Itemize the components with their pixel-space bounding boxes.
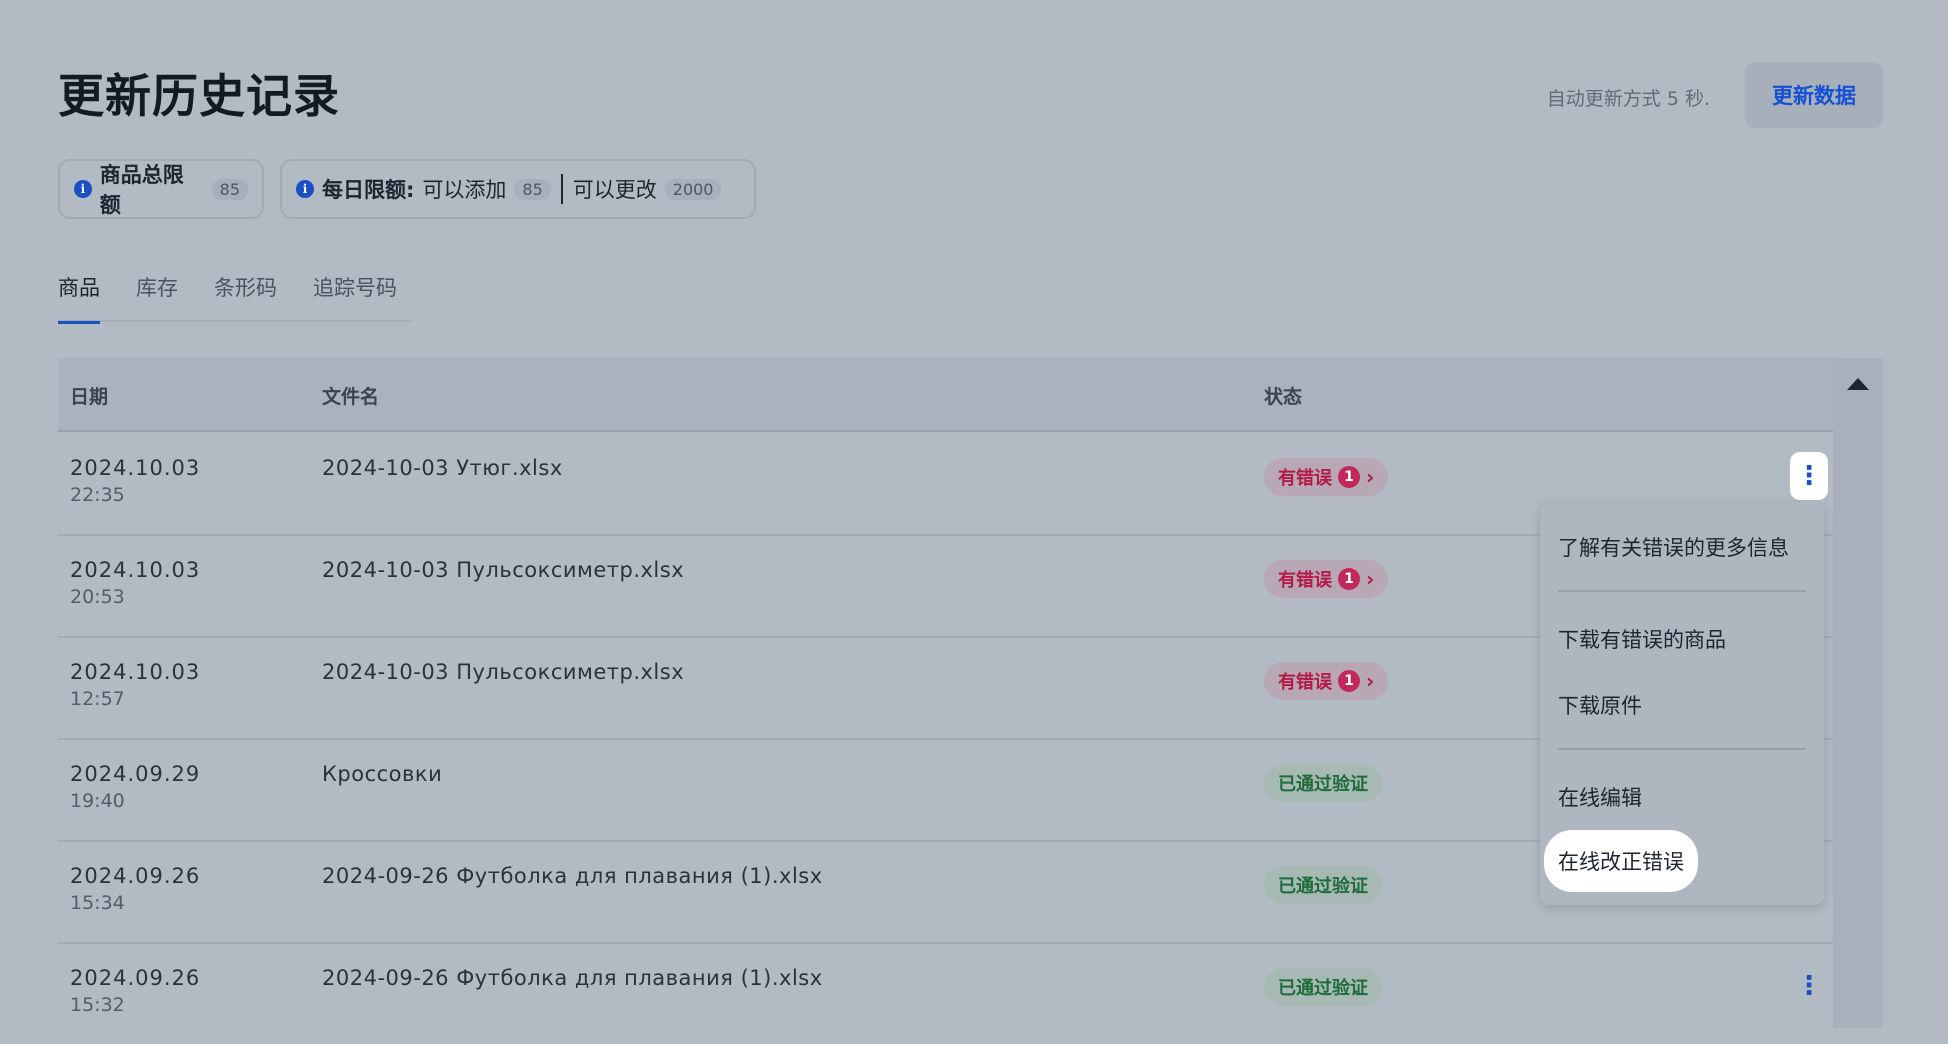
status-label: 有错误 xyxy=(1278,672,1332,693)
row-time: 20:53 xyxy=(70,586,125,608)
row-time: 12:57 xyxy=(70,688,125,710)
row-date: 2024.09.26 xyxy=(70,966,201,990)
column-header-date[interactable]: 日期 xyxy=(70,382,108,409)
row-actions-menu: 了解有关错误的更多信息 下载有错误的商品 下载原件 在线编辑 在线改正错误 xyxy=(1540,502,1824,905)
refresh-data-button[interactable]: 更新数据 xyxy=(1745,62,1883,128)
total-limit-label: 商品总限额 xyxy=(99,163,184,217)
status-badge: 已通过验证 xyxy=(1264,968,1382,1006)
row-time: 15:34 xyxy=(70,892,125,914)
menu-divider xyxy=(1558,748,1806,750)
row-date: 2024.10.03 xyxy=(70,456,201,480)
more-vertical-icon[interactable]: ⋮ xyxy=(1790,452,1828,500)
status-badge[interactable]: 有错误 1 › xyxy=(1264,560,1389,598)
pill-divider xyxy=(560,174,563,204)
change-limit-count: 2000 xyxy=(664,178,722,200)
status-badge[interactable]: 有错误 1 › xyxy=(1264,458,1389,496)
menu-item-error-details[interactable]: 了解有关错误的更多信息 xyxy=(1544,524,1803,570)
menu-divider xyxy=(1558,590,1806,592)
status-label: 已通过验证 xyxy=(1278,774,1368,795)
column-header-filename[interactable]: 文件名 xyxy=(322,382,379,409)
row-filename: 2024-09-26 Футболка для плавания (1).xls… xyxy=(322,864,823,888)
table-header: 日期 文件名 状态 xyxy=(58,358,1833,432)
chevron-right-icon: › xyxy=(1366,669,1375,693)
row-filename: 2024-10-03 Утюг.xlsx xyxy=(322,456,563,480)
chevron-right-icon: › xyxy=(1366,465,1375,489)
daily-limit-pill: i 每日限额: 可以添加 85 可以更改 2000 xyxy=(280,159,756,219)
row-time: 19:40 xyxy=(70,790,125,812)
status-badge: 已通过验证 xyxy=(1264,764,1382,802)
caret-up-icon[interactable] xyxy=(1847,378,1869,390)
add-limit-label: 可以添加 xyxy=(422,178,507,202)
chevron-right-icon: › xyxy=(1366,567,1375,591)
row-date: 2024.10.03 xyxy=(70,558,201,582)
error-count-badge: 1 xyxy=(1338,670,1360,692)
tab-barcodes[interactable]: 条形码 xyxy=(214,268,277,320)
page-title: 更新历史记录 xyxy=(58,69,340,123)
info-icon[interactable]: i xyxy=(296,180,314,198)
menu-item-online-fix-errors[interactable]: 在线改正错误 xyxy=(1544,830,1698,892)
status-label: 已通过验证 xyxy=(1278,876,1368,897)
status-label: 有错误 xyxy=(1278,468,1332,489)
row-filename: 2024-10-03 Пульсоксиметр.xlsx xyxy=(322,558,685,582)
tab-bar: 商品 库存 条形码 追踪号码 xyxy=(58,268,412,324)
row-time: 15:32 xyxy=(70,994,125,1016)
vertical-scrollbar[interactable] xyxy=(1833,358,1883,1028)
error-count-badge: 1 xyxy=(1338,568,1360,590)
row-filename: 2024-10-03 Пульсоксиметр.xlsx xyxy=(322,660,685,684)
menu-item-download-original[interactable]: 下载原件 xyxy=(1544,682,1656,728)
tab-products[interactable]: 商品 xyxy=(58,268,100,324)
info-icon[interactable]: i xyxy=(74,180,92,198)
status-label: 有错误 xyxy=(1278,570,1332,591)
row-date: 2024.09.29 xyxy=(70,762,201,786)
update-history-page: 更新历史记录 自动更新方式 5 秒. 更新数据 i 商品总限额 85 i 每日限… xyxy=(0,0,1948,1028)
table-row: 2024.09.26 15:32 2024-09-26 Футболка для… xyxy=(58,942,1833,1044)
row-date: 2024.10.03 xyxy=(70,660,201,684)
status-badge[interactable]: 有错误 1 › xyxy=(1264,662,1389,700)
more-vertical-icon[interactable]: ⋮ xyxy=(1790,962,1828,1010)
menu-item-download-error-products[interactable]: 下载有错误的商品 xyxy=(1544,616,1740,662)
total-limit-count: 85 xyxy=(211,178,248,200)
row-filename: 2024-09-26 Футболка для плавания (1).xls… xyxy=(322,966,823,990)
total-limit-pill: i 商品总限额 85 xyxy=(58,159,264,219)
change-limit-label: 可以更改 xyxy=(572,178,657,202)
row-date: 2024.09.26 xyxy=(70,864,201,888)
daily-limit-label: 每日限额: xyxy=(322,178,415,202)
error-count-badge: 1 xyxy=(1338,466,1360,488)
tab-stock[interactable]: 库存 xyxy=(136,268,178,320)
status-badge: 已通过验证 xyxy=(1264,866,1382,904)
row-time: 22:35 xyxy=(70,484,125,506)
row-filename: Кроссовки xyxy=(322,762,443,786)
tab-tracking-numbers[interactable]: 追踪号码 xyxy=(313,268,397,320)
add-limit-count: 85 xyxy=(514,178,551,200)
auto-refresh-text: 自动更新方式 5 秒. xyxy=(1546,88,1710,110)
status-label: 已通过验证 xyxy=(1278,978,1368,999)
menu-item-online-edit[interactable]: 在线编辑 xyxy=(1544,774,1656,820)
column-header-status[interactable]: 状态 xyxy=(1264,382,1302,409)
